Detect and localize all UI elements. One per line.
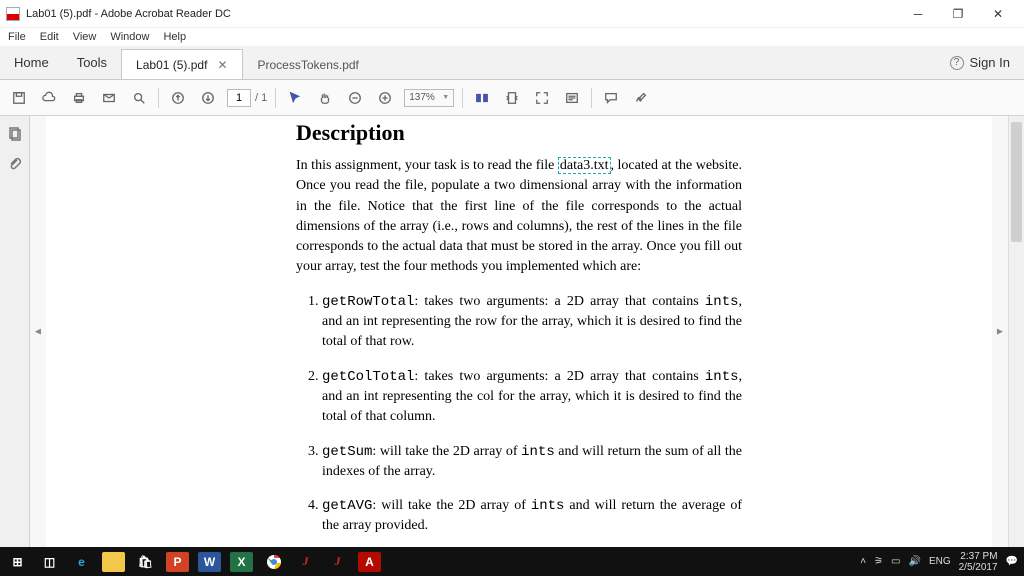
tray-chevron-icon[interactable]: ˄	[860, 556, 866, 567]
fit-width-icon[interactable]	[471, 87, 493, 109]
fit-page-icon[interactable]	[501, 87, 523, 109]
divider	[158, 88, 159, 108]
hand-tool-icon[interactable]	[314, 87, 336, 109]
app-icon-j2[interactable]: J	[326, 552, 349, 572]
sign-icon[interactable]	[630, 87, 652, 109]
document-page: Description In this assignment, your tas…	[46, 116, 992, 547]
word-icon[interactable]: W	[198, 552, 221, 572]
powerpoint-icon[interactable]: P	[166, 552, 189, 572]
clock[interactable]: 2:37 PM 2/5/2017	[959, 551, 998, 573]
store-icon[interactable]: 🛍	[134, 552, 157, 572]
explorer-icon[interactable]	[102, 552, 125, 572]
mail-icon[interactable]	[98, 87, 120, 109]
file-link[interactable]: data3.txt	[558, 157, 611, 174]
wifi-icon[interactable]: ⚞	[874, 556, 883, 567]
taskbar: ⊞ ◫ e 🛍 P W X J J A ˄ ⚞ ▭ 🔊 ENG 2:37 PM …	[0, 547, 1024, 576]
list-item: getSum: will take the 2D array of ints a…	[322, 442, 742, 483]
divider	[591, 88, 592, 108]
vertical-scrollbar[interactable]	[1008, 116, 1024, 547]
fullscreen-icon[interactable]	[531, 87, 553, 109]
app-icon	[6, 7, 20, 21]
zoom-out-icon[interactable]	[344, 87, 366, 109]
minimize-button[interactable]: ─	[898, 1, 938, 27]
taskview-icon[interactable]: ◫	[38, 552, 61, 572]
list-item: getRowTotal: takes two arguments: a 2D a…	[322, 292, 742, 353]
read-mode-icon[interactable]	[561, 87, 583, 109]
chrome-icon[interactable]	[262, 552, 285, 572]
app-icon-j1[interactable]: J	[294, 552, 317, 572]
window-title: Lab01 (5).pdf - Adobe Acrobat Reader DC	[26, 8, 898, 20]
scrollbar-thumb[interactable]	[1011, 122, 1022, 242]
comment-icon[interactable]	[600, 87, 622, 109]
zoom-value: 137%	[409, 92, 435, 103]
menu-view[interactable]: View	[73, 31, 97, 43]
attachments-panel-icon[interactable]	[7, 156, 23, 172]
scroll-left[interactable]: ◄	[30, 116, 46, 547]
tab-label: Lab01 (5).pdf	[136, 58, 207, 72]
page-total: / 1	[255, 92, 267, 104]
zoom-level-select[interactable]: 137%▼	[404, 89, 454, 107]
tab-active[interactable]: Lab01 (5).pdf ✕	[121, 49, 242, 79]
page-down-icon[interactable]	[197, 87, 219, 109]
notifications-icon[interactable]: 💬	[1006, 556, 1018, 567]
print-icon[interactable]	[68, 87, 90, 109]
thumbnails-panel-icon[interactable]	[7, 126, 23, 142]
maximize-button[interactable]: ❐	[938, 1, 978, 27]
battery-icon[interactable]: ▭	[891, 556, 900, 567]
tab-other[interactable]: ProcessTokens.pdf	[243, 49, 374, 79]
excel-icon[interactable]: X	[230, 552, 253, 572]
start-button[interactable]: ⊞	[6, 552, 29, 572]
close-tab-icon[interactable]: ✕	[217, 58, 227, 72]
heading-description: Description	[296, 120, 742, 146]
menu-edit[interactable]: Edit	[40, 31, 59, 43]
selection-tool-icon[interactable]	[284, 87, 306, 109]
scroll-right[interactable]: ►	[992, 116, 1008, 547]
intro-paragraph: In this assignment, your task is to read…	[296, 156, 742, 278]
edge-icon[interactable]: e	[70, 552, 93, 572]
zoom-in-icon[interactable]	[374, 87, 396, 109]
home-button[interactable]: Home	[0, 46, 63, 79]
close-window-button[interactable]: ✕	[978, 1, 1018, 27]
tab-label: ProcessTokens.pdf	[258, 58, 359, 72]
acrobat-taskbar-icon[interactable]: A	[358, 552, 381, 572]
page-up-icon[interactable]	[167, 87, 189, 109]
menu-file[interactable]: File	[8, 31, 26, 43]
list-item: getAVG: will take the 2D array of ints a…	[322, 496, 742, 537]
save-icon[interactable]	[8, 87, 30, 109]
menu-help[interactable]: Help	[163, 31, 186, 43]
menu-window[interactable]: Window	[110, 31, 149, 43]
search-icon[interactable]	[128, 87, 150, 109]
divider	[462, 88, 463, 108]
divider	[275, 88, 276, 108]
signin-button[interactable]: Sign In	[970, 55, 1010, 70]
volume-icon[interactable]: 🔊	[908, 556, 920, 567]
page-number-input[interactable]	[227, 89, 251, 107]
tools-button[interactable]: Tools	[63, 46, 121, 79]
help-icon[interactable]: ?	[950, 56, 964, 70]
list-item: getColTotal: takes two arguments: a 2D a…	[322, 367, 742, 428]
cloud-icon[interactable]	[38, 87, 60, 109]
lang-indicator[interactable]: ENG	[929, 556, 951, 567]
